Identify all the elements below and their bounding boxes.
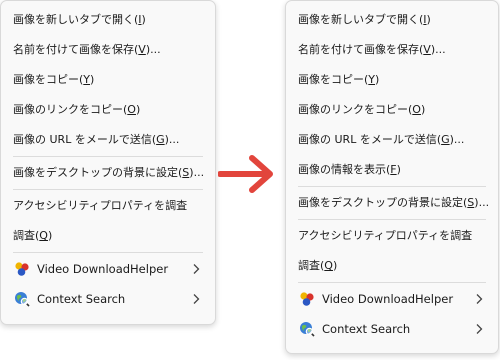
chevron-right-icon [476, 294, 483, 304]
menu-item-copy-image[interactable]: 画像をコピー(Y) [290, 65, 494, 95]
chevron-right-icon [476, 324, 483, 334]
menu-item-label: 画像をコピー( [13, 73, 84, 86]
access-key: V [423, 43, 431, 56]
menu-item-inspect-accessibility[interactable]: アクセシビリティプロパティを調査 [290, 221, 494, 251]
menu-item-copy-image[interactable]: 画像をコピー(Y) [5, 65, 211, 95]
menu-separator [13, 156, 203, 157]
context-menu-before: 画像を新しいタブで開く(I) 名前を付けて画像を保存(V)... 画像をコピー(… [0, 0, 216, 325]
menu-item-label-suffix: )... [189, 166, 205, 179]
menu-item-set-desktop-background[interactable]: 画像をデスクトップの背景に設定(S)... [290, 188, 494, 218]
context-search-icon [300, 322, 315, 337]
menu-item-label: 画像を新しいタブで開く( [298, 13, 424, 26]
menu-item-label: 調査( [298, 259, 325, 272]
chevron-right-icon [193, 294, 200, 304]
menu-item-open-image-new-tab[interactable]: 画像を新しいタブで開く(I) [290, 5, 494, 35]
menu-item-email-image-url[interactable]: 画像の URL をメールで送信(G)... [290, 125, 494, 155]
menu-item-label-suffix: ) [396, 163, 401, 176]
menu-item-label-suffix: ) [90, 73, 95, 86]
menu-item-label-suffix: )... [145, 43, 161, 56]
menu-item-label: 画像をデスクトップの背景に設定( [298, 196, 468, 209]
access-key: G [156, 133, 165, 146]
menu-item-label-suffix: ) [426, 13, 431, 26]
access-key: O [127, 103, 136, 116]
menu-item-label: 名前を付けて画像を保存( [298, 43, 424, 56]
menu-item-label-suffix: ) [47, 229, 53, 242]
menu-item-inspect[interactable]: 調査(Q) [5, 221, 211, 251]
menu-item-label-suffix: ) [375, 73, 380, 86]
video-downloadhelper-icon [15, 262, 29, 276]
menu-item-context-search[interactable]: Context Search [290, 314, 494, 344]
access-key: Q [324, 259, 333, 272]
menu-item-label-suffix: ) [332, 259, 338, 272]
menu-item-label: Context Search [37, 292, 126, 306]
context-search-icon [15, 292, 30, 307]
menu-item-label-suffix: )... [430, 43, 446, 56]
menu-item-inspect-accessibility[interactable]: アクセシビリティプロパティを調査 [5, 191, 211, 221]
menu-separator [298, 186, 486, 187]
menu-item-context-search[interactable]: Context Search [5, 284, 211, 314]
access-key: G [441, 133, 450, 146]
menu-item-label-suffix: ) [141, 13, 146, 26]
menu-item-label-suffix: )... [449, 133, 465, 146]
menu-item-label: アクセシビリティプロパティを調査 [13, 199, 188, 212]
menu-item-label-suffix: ) [420, 103, 426, 116]
menu-item-video-downloadhelper[interactable]: Video DownloadHelper [5, 254, 211, 284]
video-downloadhelper-icon [300, 292, 314, 306]
menu-item-save-image-as[interactable]: 名前を付けて画像を保存(V)... [5, 35, 211, 65]
menu-item-inspect[interactable]: 調査(Q) [290, 251, 494, 281]
menu-item-set-desktop-background[interactable]: 画像をデスクトップの背景に設定(S)... [5, 158, 211, 188]
menu-item-label: 画像のリンクをコピー( [298, 103, 413, 116]
menu-separator [13, 189, 203, 190]
menu-item-label: 画像をコピー( [298, 73, 369, 86]
menu-item-label-suffix: ) [135, 103, 141, 116]
access-key: Q [39, 229, 48, 242]
menu-item-label: 画像の情報を表示( [298, 163, 391, 176]
right-arrow-icon [218, 155, 273, 193]
menu-item-label: Context Search [322, 322, 411, 336]
access-key: V [138, 43, 146, 56]
menu-item-label-suffix: )... [164, 133, 180, 146]
menu-separator [13, 252, 203, 253]
menu-item-label: Video DownloadHelper [322, 292, 454, 306]
menu-item-copy-image-link[interactable]: 画像のリンクをコピー(O) [290, 95, 494, 125]
chevron-right-icon [193, 264, 200, 274]
menu-item-open-image-new-tab[interactable]: 画像を新しいタブで開く(I) [5, 5, 211, 35]
menu-item-label: 画像を新しいタブで開く( [13, 13, 139, 26]
access-key: O [412, 103, 421, 116]
menu-separator [298, 219, 486, 220]
context-menu-after: 画像を新しいタブで開く(I) 名前を付けて画像を保存(V)... 画像をコピー(… [285, 0, 499, 354]
menu-item-label: アクセシビリティプロパティを調査 [298, 229, 473, 242]
menu-item-save-image-as[interactable]: 名前を付けて画像を保存(V)... [290, 35, 494, 65]
menu-item-label: 調査( [13, 229, 40, 242]
menu-item-label: Video DownloadHelper [37, 262, 169, 276]
menu-item-label: 画像の URL をメールで送信( [298, 133, 442, 146]
menu-item-label-suffix: )... [474, 196, 490, 209]
menu-item-label: 画像のリンクをコピー( [13, 103, 128, 116]
menu-item-view-image-info[interactable]: 画像の情報を表示(F) [290, 155, 494, 185]
menu-item-label: 名前を付けて画像を保存( [13, 43, 139, 56]
menu-item-video-downloadhelper[interactable]: Video DownloadHelper [290, 284, 494, 314]
menu-separator [298, 282, 486, 283]
menu-item-email-image-url[interactable]: 画像の URL をメールで送信(G)... [5, 125, 211, 155]
menu-item-label: 画像をデスクトップの背景に設定( [13, 166, 183, 179]
menu-item-copy-image-link[interactable]: 画像のリンクをコピー(O) [5, 95, 211, 125]
menu-item-label: 画像の URL をメールで送信( [13, 133, 157, 146]
